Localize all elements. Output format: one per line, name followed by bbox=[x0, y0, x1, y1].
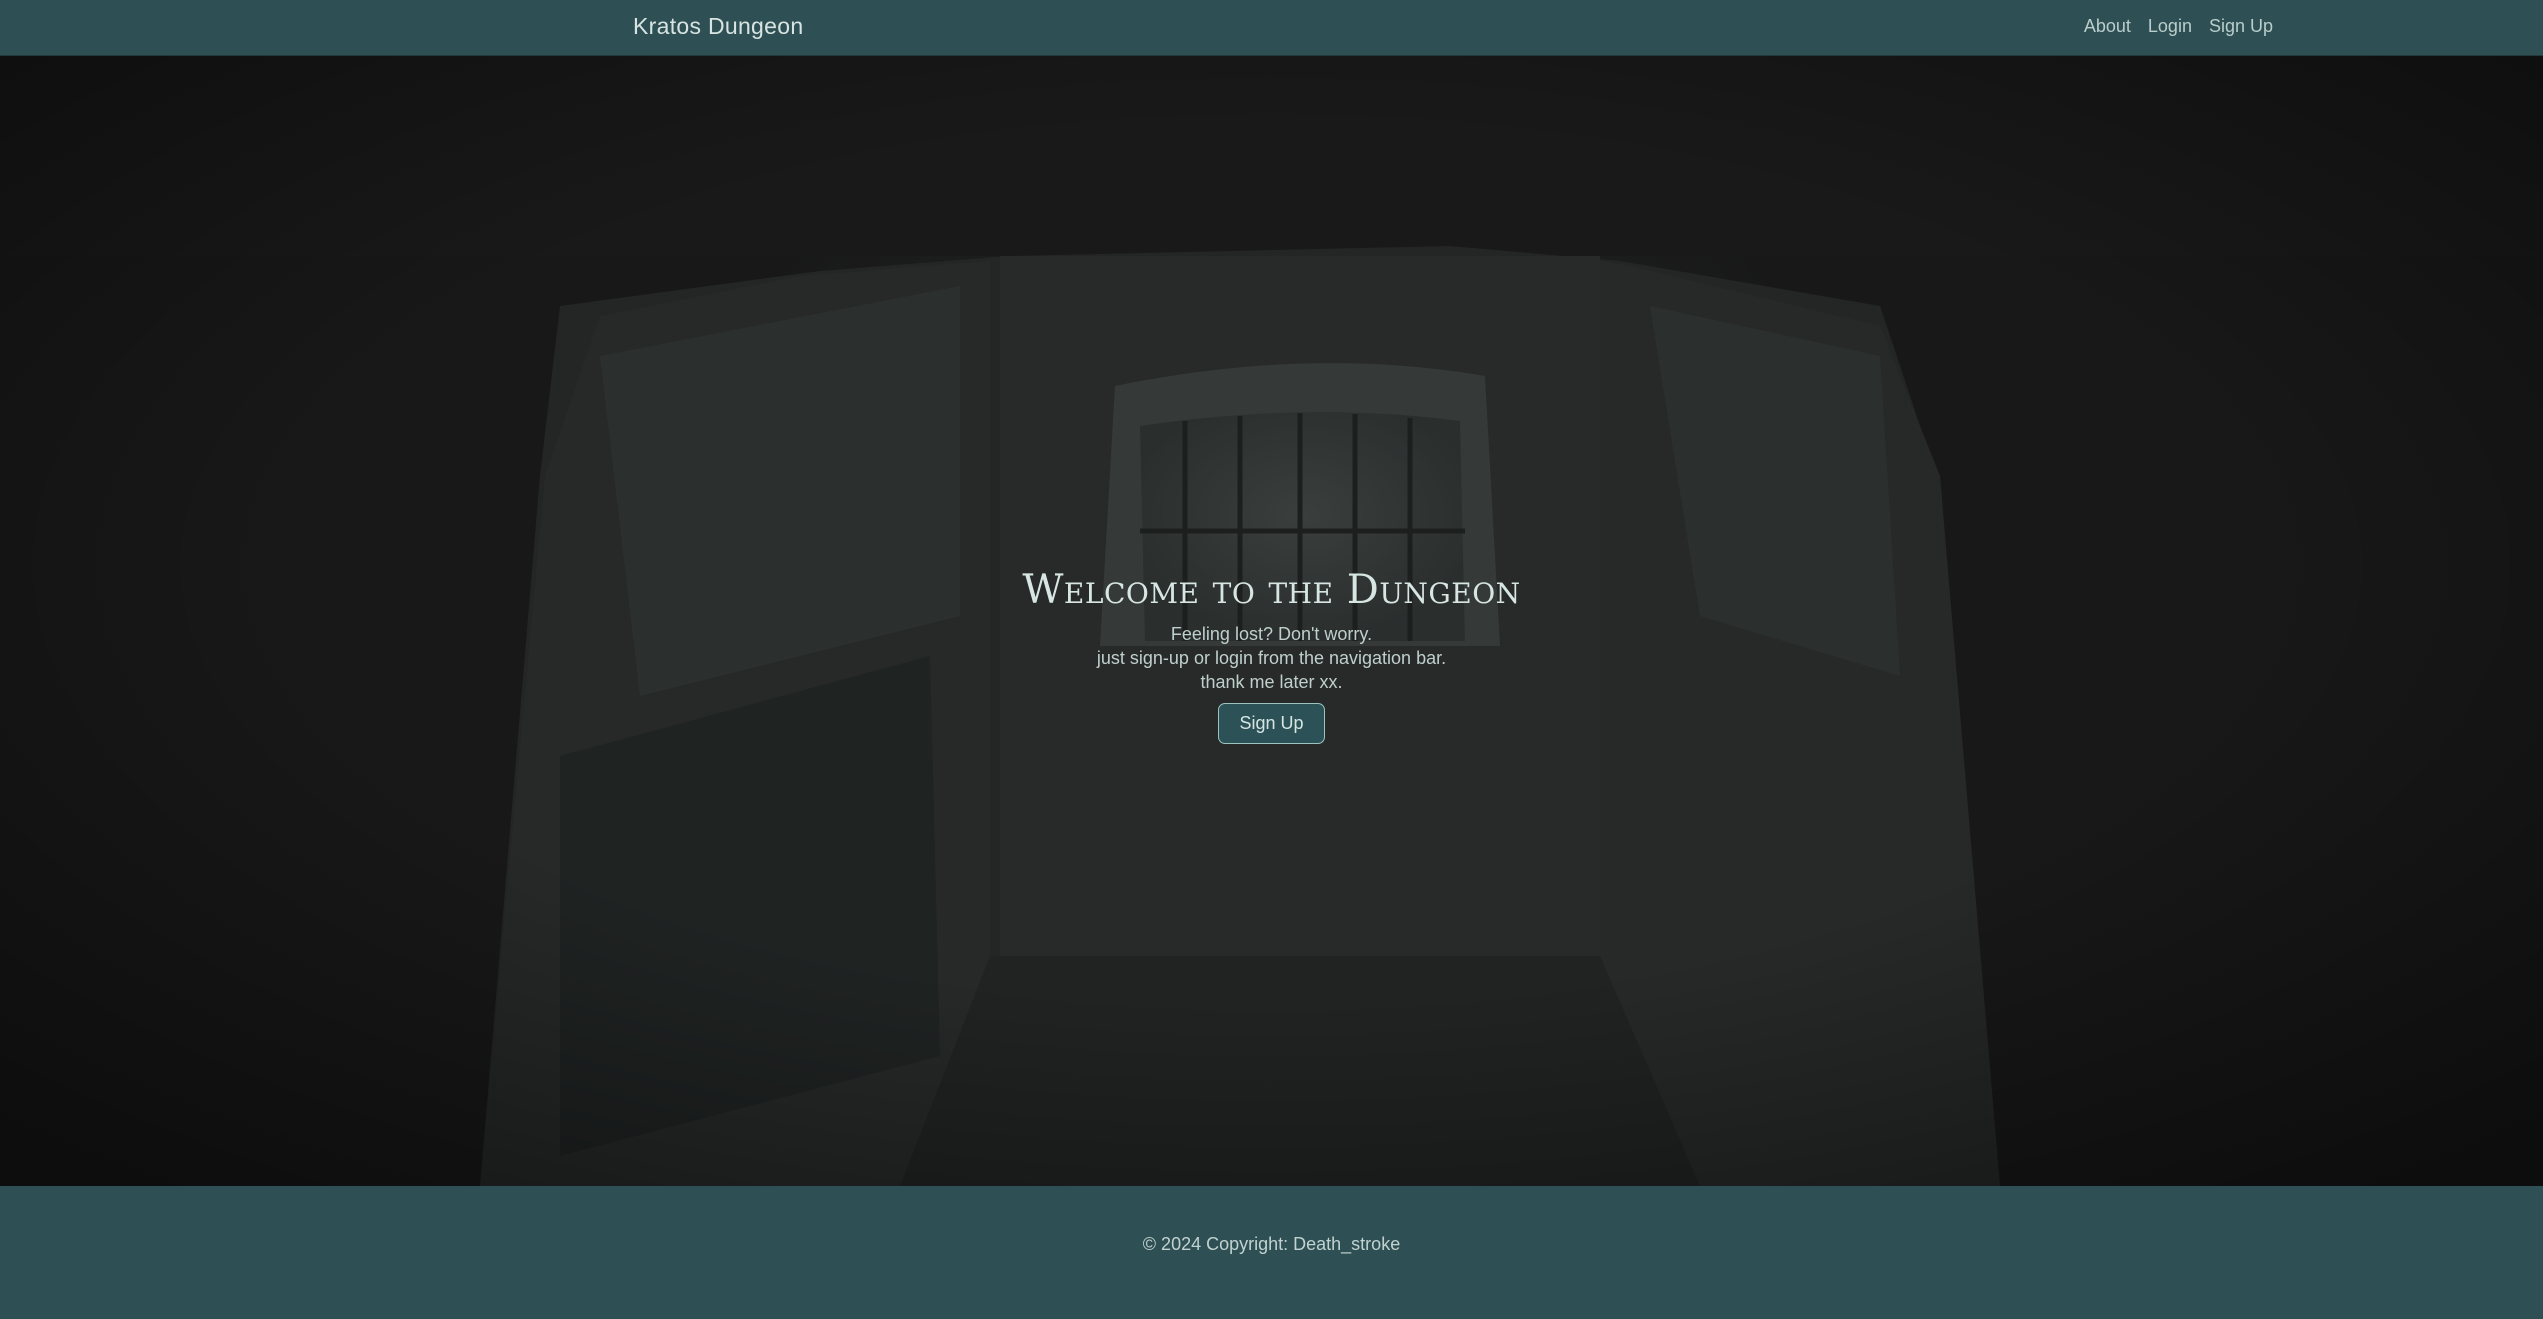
hero-description: Feeling lost? Don't worry. just sign-up … bbox=[0, 622, 2543, 694]
nav-links: About Login Sign Up bbox=[2084, 16, 2273, 37]
hero-line-1: Feeling lost? Don't worry. bbox=[1170, 624, 1373, 644]
footer-copyright: © 2024 Copyright: Death_stroke bbox=[1142, 1234, 1401, 1254]
footer: © 2024 Copyright: Death_stroke bbox=[0, 1186, 2543, 1319]
nav-link-signup[interactable]: Sign Up bbox=[2209, 16, 2273, 37]
nav-link-about[interactable]: About bbox=[2084, 16, 2131, 37]
nav-link-login[interactable]: Login bbox=[2148, 16, 2192, 37]
hero-title: Welcome to the Dungeon bbox=[1022, 567, 1521, 613]
navbar: Kratos Dungeon About Login Sign Up bbox=[0, 0, 2543, 56]
hero-content: Welcome to the Dungeon Feeling lost? Don… bbox=[0, 566, 2543, 744]
brand-link[interactable]: Kratos Dungeon bbox=[633, 13, 803, 40]
hero-line-2: just sign-up or login from the navigatio… bbox=[1096, 648, 1447, 668]
hero-section: Welcome to the Dungeon Feeling lost? Don… bbox=[0, 56, 2543, 1186]
hero-line-3: thank me later xx. bbox=[1200, 672, 1343, 692]
signup-button[interactable]: Sign Up bbox=[1218, 703, 1325, 744]
